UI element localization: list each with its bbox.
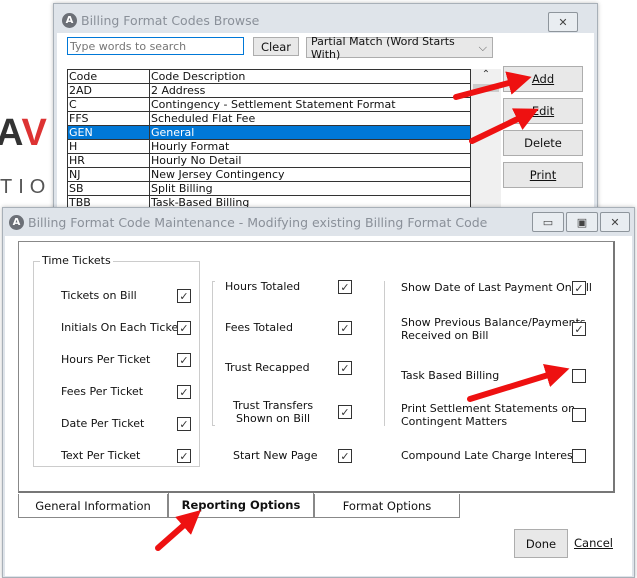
annotation-arrows <box>155 71 570 551</box>
arrow-to-reporting-tab <box>155 510 201 551</box>
arrow-to-add <box>453 71 532 100</box>
arrow-to-task-based-billing <box>467 364 570 402</box>
arrow-to-edit <box>469 108 539 144</box>
